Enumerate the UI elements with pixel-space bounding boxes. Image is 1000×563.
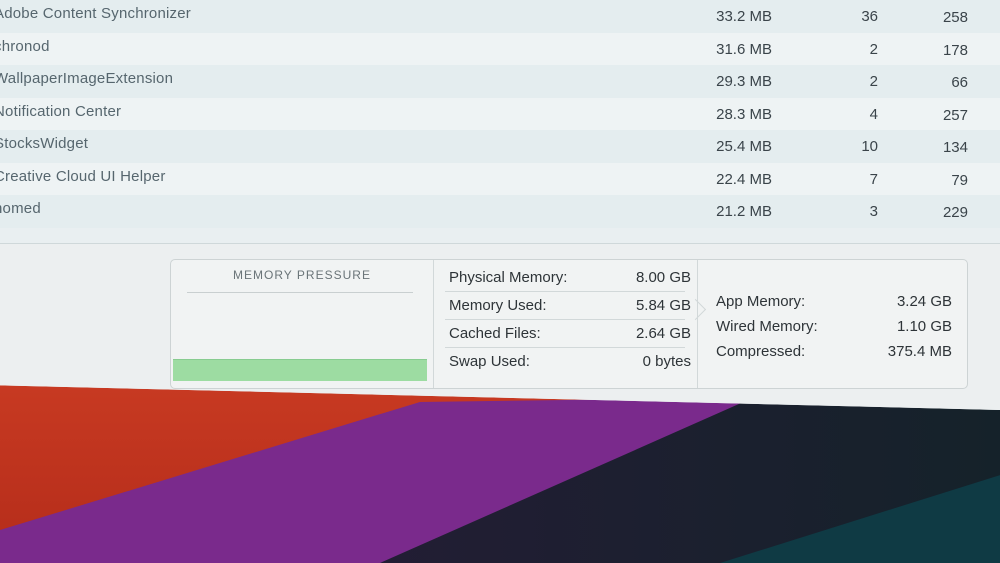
process-ports: 258 [942, 9, 968, 26]
process-threads: 36 [861, 8, 878, 25]
stat-label: Physical Memory: [449, 269, 568, 286]
stat-label: Wired Memory: [716, 318, 818, 335]
stat-value: 375.4 MB [887, 343, 952, 360]
stat-label: Compressed: [716, 343, 806, 360]
memory-pressure-section: MEMORY PRESSURE [171, 260, 434, 388]
process-ports: 134 [942, 139, 968, 156]
process-name: Notification Center [0, 102, 122, 120]
stat-value: 2.64 GB [635, 325, 691, 342]
process-memory: 21.2 MB [716, 203, 772, 220]
memory-breakdown: App Memory: 3.24 GB Wired Memory: 1.10 G… [697, 260, 968, 388]
process-ports: 257 [942, 106, 968, 124]
stat-value: 3.24 GB [896, 293, 952, 310]
table-row[interactable]: nomed 21.2 MB 3 229 [0, 195, 1000, 228]
table-row[interactable]: Adobe Content Synchronizer 33.2 MB 36 25… [0, 0, 1000, 33]
process-memory: 25.4 MB [716, 138, 772, 155]
process-threads: 7 [869, 170, 878, 188]
process-name: nomed [0, 200, 41, 217]
stat-wired-memory: Wired Memory: 1.10 GB [716, 314, 952, 339]
process-table: Adobe Content Synchronizer 33.2 MB 36 25… [0, 0, 1000, 228]
memory-info-panel: MEMORY PRESSURE Physical Memory: 8.00 GB… [170, 259, 968, 389]
stat-value: 0 bytes [642, 353, 691, 370]
table-row[interactable]: StocksWidget 25.4 MB 10 134 [0, 130, 1000, 163]
process-threads: 2 [869, 73, 878, 90]
process-threads: 4 [869, 105, 878, 123]
stat-value: 5.84 GB [635, 297, 691, 314]
stat-compressed: Compressed: 375.4 MB [716, 339, 952, 364]
table-row[interactable]: Creative Cloud UI Helper 22.4 MB 7 79 [0, 162, 1000, 195]
process-threads: 2 [869, 40, 878, 58]
stat-value: 1.10 GB [896, 318, 952, 335]
process-ports: 229 [942, 204, 968, 221]
stat-app-memory: App Memory: 3.24 GB [716, 289, 952, 314]
stat-memory-used: Memory Used: 5.84 GB [445, 292, 691, 320]
process-name: StocksWidget [0, 135, 89, 152]
process-ports: 79 [951, 171, 968, 189]
memory-pressure-graph [173, 359, 427, 381]
process-ports: 178 [942, 41, 968, 59]
process-memory: 33.2 MB [716, 8, 772, 25]
divider [187, 292, 413, 293]
process-memory: 28.3 MB [716, 105, 772, 123]
table-row[interactable]: chronod 31.6 MB 2 178 [0, 32, 1000, 65]
stat-value: 8.00 GB [635, 269, 691, 286]
process-name: Creative Cloud UI Helper [0, 167, 166, 185]
process-memory: 31.6 MB [716, 40, 772, 58]
process-name: Adobe Content Synchronizer [0, 5, 191, 22]
table-row[interactable]: WallpaperImageExtension 29.3 MB 2 66 [0, 65, 1000, 98]
stat-swap-used: Swap Used: 0 bytes [445, 348, 691, 375]
process-memory: 22.4 MB [716, 170, 772, 188]
memory-pressure-title: MEMORY PRESSURE [233, 268, 371, 282]
stat-label: Memory Used: [449, 297, 547, 314]
process-name: WallpaperImageExtension [0, 70, 174, 87]
process-threads: 10 [861, 138, 878, 155]
process-ports: 66 [951, 74, 968, 91]
stat-cached-files: Cached Files: 2.64 GB [445, 320, 691, 348]
stat-label: Cached Files: [449, 325, 541, 342]
table-row[interactable]: Notification Center 28.3 MB 4 257 [0, 97, 1000, 130]
stat-physical-memory: Physical Memory: 8.00 GB [445, 264, 691, 292]
process-name: chronod [0, 37, 50, 55]
process-threads: 3 [869, 203, 878, 220]
stat-label: App Memory: [716, 293, 806, 310]
process-memory: 29.3 MB [716, 73, 772, 90]
memory-stats: Physical Memory: 8.00 GB Memory Used: 5.… [433, 260, 697, 388]
stat-label: Swap Used: [449, 353, 530, 370]
